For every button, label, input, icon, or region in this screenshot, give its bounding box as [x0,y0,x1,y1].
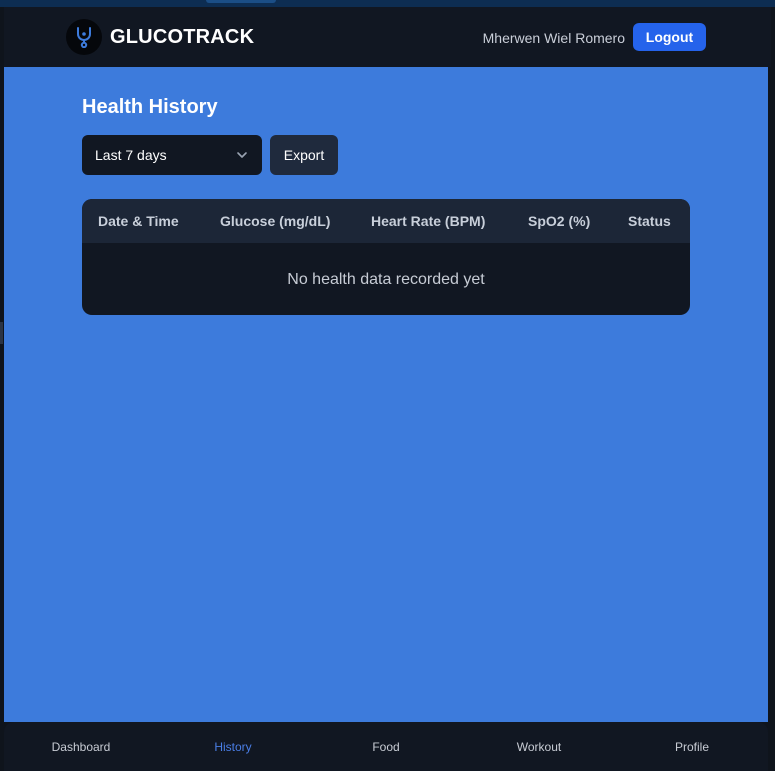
brand-name[interactable]: GLUCOTRACK [110,26,254,49]
health-history-table: Date & Time Glucose (mg/dL) Heart Rate (… [82,199,690,315]
column-header-status[interactable]: Status [628,213,671,229]
browser-top-strip [0,0,775,7]
table-header: Date & Time Glucose (mg/dL) Heart Rate (… [82,199,690,243]
nav-item-food[interactable]: Food [372,740,399,754]
column-header-heart-rate[interactable]: Heart Rate (BPM) [371,213,485,229]
active-tab-indicator [206,0,276,3]
empty-state-message: No health data recorded yet [287,271,485,288]
nav-item-workout[interactable]: Workout [517,740,561,754]
export-button[interactable]: Export [270,135,338,175]
date-range-value: Last 7 days [95,147,167,163]
stethoscope-icon[interactable] [66,19,102,55]
nav-item-history[interactable]: History [214,740,251,754]
main-content: Health History Last 7 days Export Date &… [4,67,768,722]
chevron-down-icon [236,148,248,164]
logout-button[interactable]: Logout [633,23,706,51]
nav-item-dashboard[interactable]: Dashboard [52,740,111,754]
column-header-spo2[interactable]: SpO2 (%) [528,213,590,229]
user-name: Mherwen Wiel Romero [482,30,625,46]
app-header: GLUCOTRACK Mherwen Wiel Romero Logout [4,7,771,67]
window-edge-handle [0,322,3,344]
nav-item-profile[interactable]: Profile [675,740,709,754]
column-header-glucose[interactable]: Glucose (mg/dL) [220,213,330,229]
column-header-date-time[interactable]: Date & Time [98,213,179,229]
page-title: Health History [82,96,218,118]
bottom-navigation: Dashboard History Food Workout Profile [4,722,768,771]
date-range-select[interactable]: Last 7 days [82,135,262,175]
